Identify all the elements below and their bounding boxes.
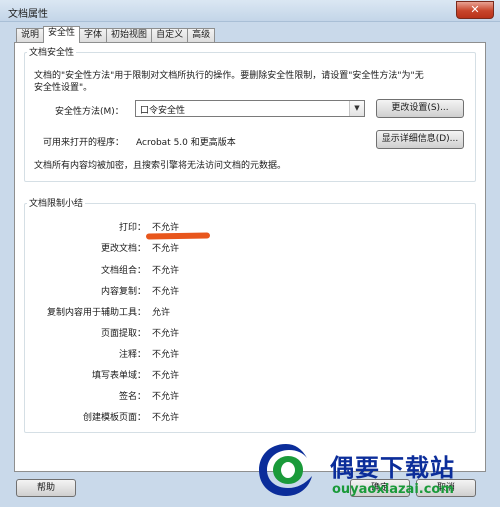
summary-label-form-fill: 填写表单域： bbox=[91, 371, 146, 381]
chevron-down-icon[interactable]: ▼ bbox=[349, 101, 364, 116]
title-bar: 文档属性 ✕ bbox=[0, 0, 500, 22]
highlight-mark bbox=[145, 232, 211, 240]
summary-label-page-extraction: 页面提取： bbox=[100, 329, 146, 339]
summary-value-document-assembly: 不允许 bbox=[152, 266, 180, 276]
security-group-title: 文档安全性 bbox=[27, 45, 77, 58]
show-details-button[interactable]: 显示详细信息(D)... bbox=[376, 130, 464, 149]
close-icon: ✕ bbox=[470, 3, 480, 16]
tab-fonts[interactable]: 字体 bbox=[79, 28, 108, 43]
encrypted-note: 文档所有内容均被加密，且搜索引擎将无法访问文档的元数据。 bbox=[34, 161, 287, 171]
summary-value-accessibility-copy: 允许 bbox=[152, 308, 171, 318]
help-button[interactable]: 帮助 bbox=[16, 479, 76, 497]
tab-security[interactable]: 安全性 bbox=[43, 26, 81, 43]
compat-label: 可用来打开的程序： bbox=[43, 138, 125, 148]
summary-label-change-document: 更改文档： bbox=[100, 244, 146, 254]
summary-label-signing: 签名： bbox=[118, 392, 146, 402]
summary-value-page-extraction: 不允许 bbox=[152, 329, 180, 339]
summary-label-print: 打印： bbox=[118, 223, 146, 233]
summary-label-comments: 注释： bbox=[118, 350, 146, 360]
summary-value-change-document: 不允许 bbox=[152, 244, 180, 254]
window-title: 文档属性 bbox=[8, 9, 48, 20]
summary-label-content-copy: 内容复制： bbox=[100, 287, 146, 297]
summary-value-content-copy: 不允许 bbox=[152, 287, 180, 297]
security-method-value: 口令安全性 bbox=[140, 106, 186, 116]
tab-custom[interactable]: 自定义 bbox=[151, 28, 189, 43]
close-button[interactable]: ✕ bbox=[456, 1, 494, 19]
security-method-label: 安全性方法(M)： bbox=[55, 107, 124, 117]
watermark-url: ouyaoxiazai.com bbox=[332, 482, 454, 497]
tab-initial-view[interactable]: 初始视图 bbox=[106, 28, 153, 43]
summary-group-title: 文档限制小结 bbox=[27, 196, 86, 209]
summary-value-signing: 不允许 bbox=[152, 392, 180, 402]
summary-value-form-fill: 不允许 bbox=[152, 371, 180, 381]
change-settings-button[interactable]: 更改设置(S)... bbox=[376, 99, 464, 118]
summary-label-template-pages: 创建模板页面： bbox=[82, 413, 146, 423]
summary-label-accessibility-copy: 复制内容用于辅助工具： bbox=[46, 308, 146, 318]
tab-strip: 说明 安全性 字体 初始视图 自定义 高级 bbox=[16, 26, 216, 43]
watermark-logo-icon bbox=[259, 444, 312, 496]
tab-description[interactable]: 说明 bbox=[16, 28, 45, 43]
security-description-line1: 文档的"安全性方法"用于限制对文档所执行的操作。要删除安全性限制，请设置"安全性… bbox=[34, 71, 424, 81]
security-description-line2: 安全性设置"。 bbox=[34, 83, 93, 93]
summary-label-document-assembly: 文档组合： bbox=[100, 266, 146, 276]
watermark-name: 偶要下载站 bbox=[330, 454, 455, 482]
compat-value: Acrobat 5.0 和更高版本 bbox=[136, 138, 236, 148]
tab-advanced[interactable]: 高级 bbox=[187, 28, 216, 43]
summary-value-comments: 不允许 bbox=[152, 350, 180, 360]
summary-value-template-pages: 不允许 bbox=[152, 413, 180, 423]
security-method-select[interactable]: 口令安全性 ▼ bbox=[135, 100, 365, 117]
summary-value-print: 不允许 bbox=[152, 223, 180, 233]
